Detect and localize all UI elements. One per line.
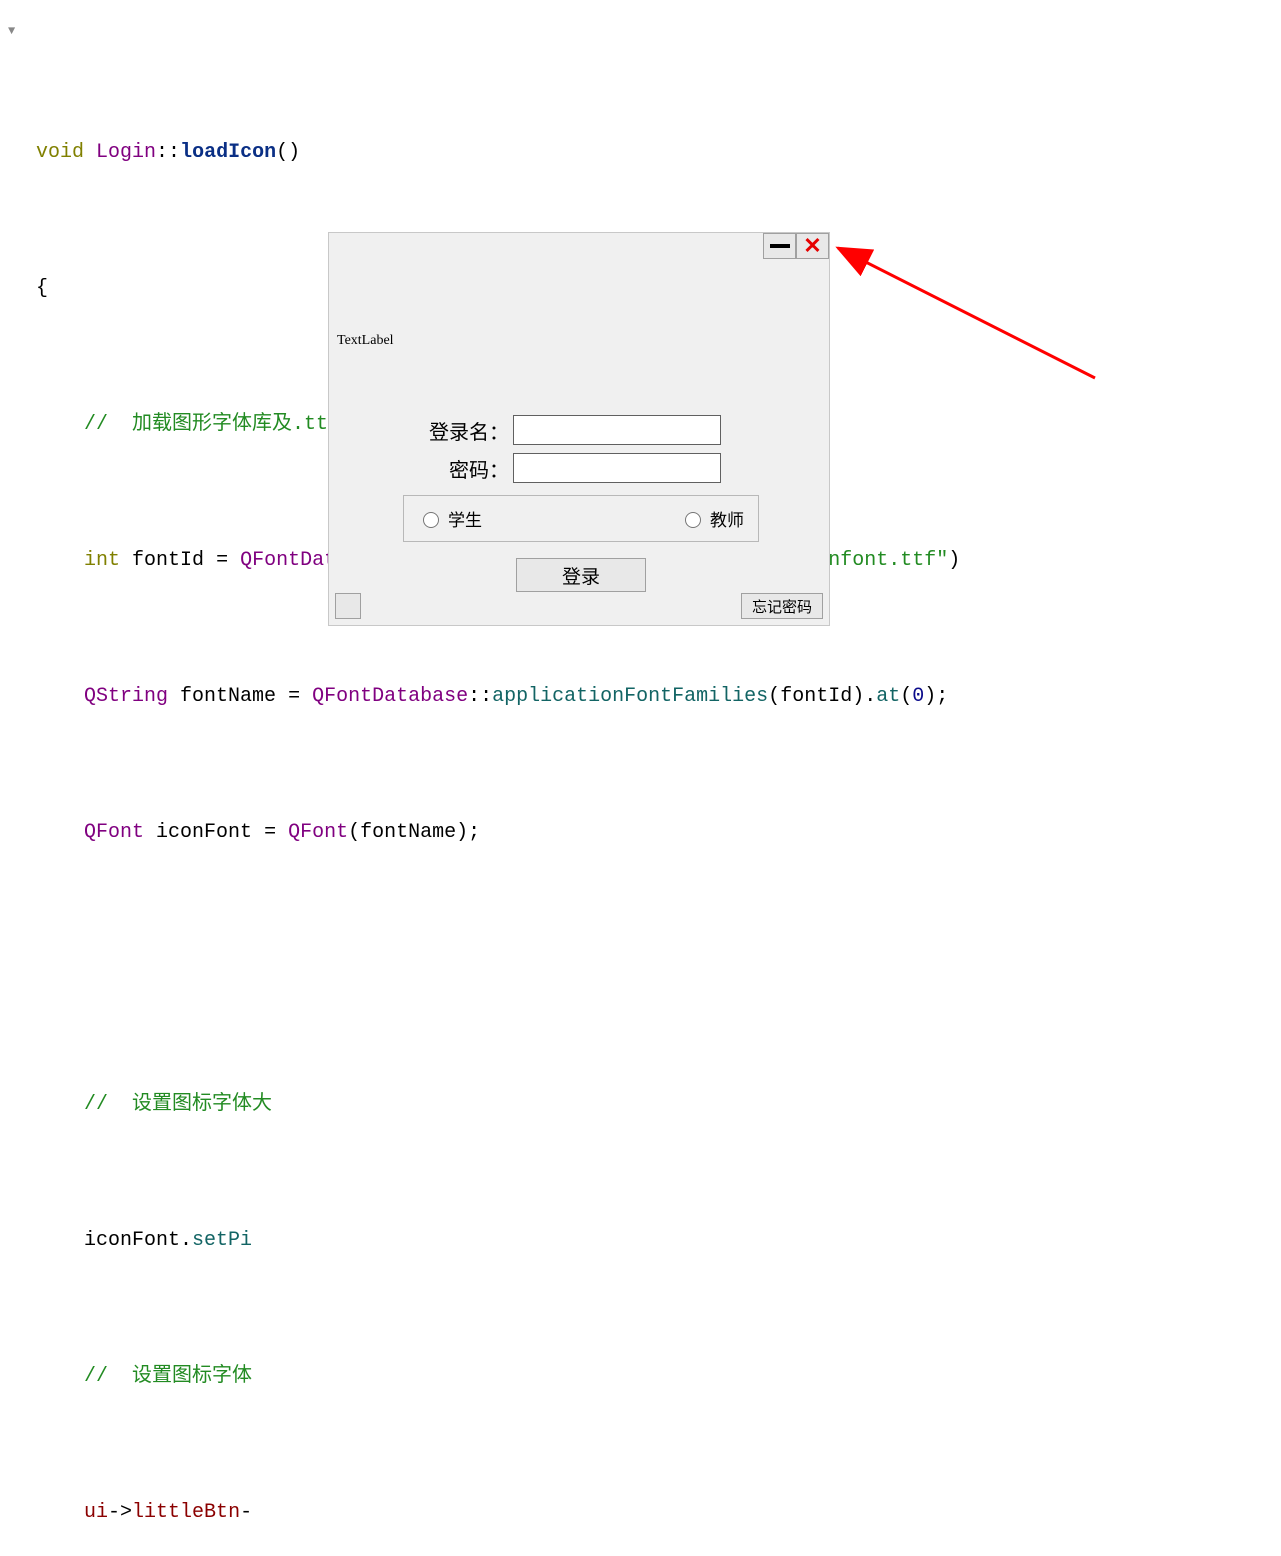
code-line: QFont iconFont = QFont(fontName); xyxy=(0,816,1281,850)
code-line: // 设置图标字体 xyxy=(0,1360,1281,1394)
radio-student-input[interactable] xyxy=(423,512,439,528)
password-label: 密码： xyxy=(403,454,513,483)
comment: // 设置图标字体 xyxy=(84,1365,252,1388)
row-username: 登录名： xyxy=(403,415,759,445)
forgot-password-button[interactable]: 忘记密码 xyxy=(741,593,823,619)
keyword-void: void xyxy=(36,141,84,164)
close-icon: ✕ xyxy=(803,235,821,257)
bottom-left-button[interactable] xyxy=(335,593,361,619)
comment: // 设置图标字体大 xyxy=(84,1093,272,1116)
username-input[interactable] xyxy=(513,415,721,445)
login-dialog: ✕ TextLabel 登录名： 密码： 学生 教师 登录 忘记密码 xyxy=(328,232,830,626)
minimize-button[interactable] xyxy=(763,233,796,259)
role-radio-group: 学生 教师 xyxy=(403,495,759,542)
login-button[interactable]: 登录 xyxy=(516,558,646,592)
radio-teacher-input[interactable] xyxy=(685,512,701,528)
code-line: QString fontName = QFontDatabase::applic… xyxy=(0,680,1281,714)
titlebar: ✕ xyxy=(763,233,829,259)
login-form: 登录名： 密码： 学生 教师 登录 xyxy=(403,415,759,592)
radio-teacher-label: 教师 xyxy=(710,506,744,531)
minimize-icon xyxy=(770,244,790,248)
code-line: iconFont.setPi xyxy=(0,1224,1281,1258)
text-label: TextLabel xyxy=(337,333,394,349)
radio-teacher[interactable]: 教师 xyxy=(680,506,744,531)
username-label: 登录名： xyxy=(403,416,513,445)
password-input[interactable] xyxy=(513,453,721,483)
function-name: loadIcon xyxy=(180,141,276,164)
close-button[interactable]: ✕ xyxy=(796,233,829,259)
row-password: 密码： xyxy=(403,453,759,483)
code-line: void Login::loadIcon() xyxy=(0,136,1281,170)
code-line xyxy=(0,952,1281,986)
radio-student-label: 学生 xyxy=(448,506,482,531)
class-name: Login xyxy=(96,141,156,164)
code-line: // 设置图标字体大 xyxy=(0,1088,1281,1122)
fold-icon[interactable]: ▼ xyxy=(8,14,20,26)
radio-student[interactable]: 学生 xyxy=(418,506,482,531)
code-line: ui->littleBtn- xyxy=(0,1496,1281,1530)
